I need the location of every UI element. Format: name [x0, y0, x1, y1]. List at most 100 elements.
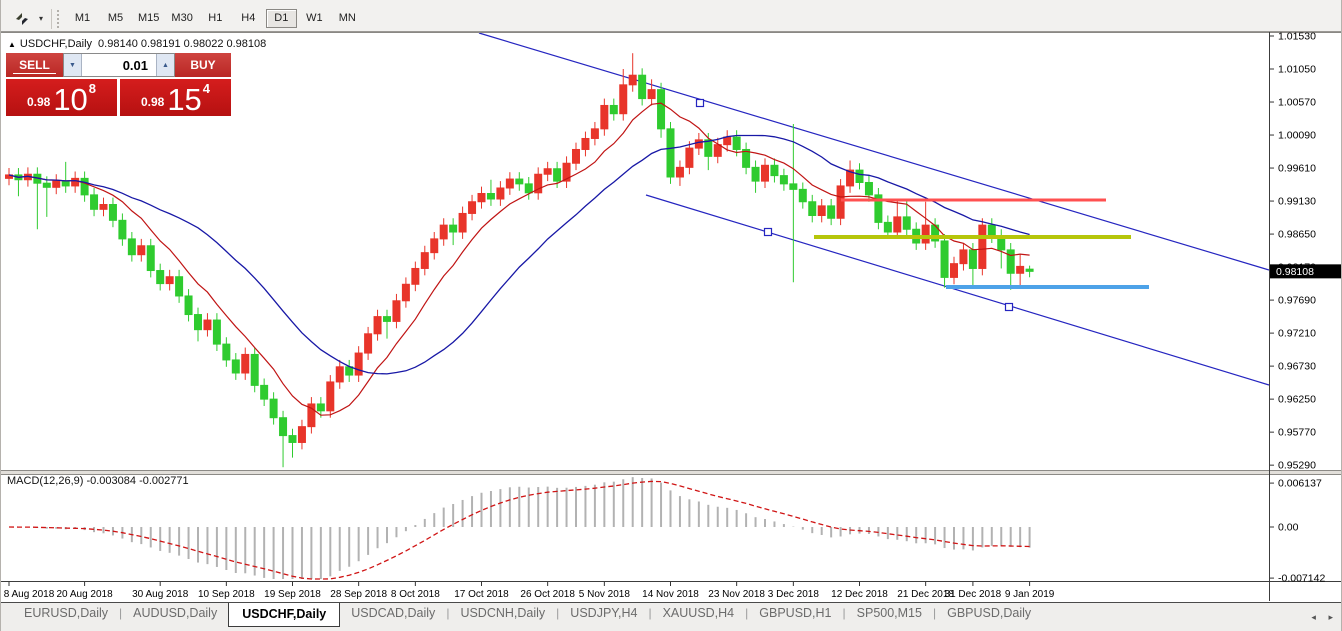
time-tick-label: 26 Oct 2018 — [520, 589, 575, 600]
candle-body — [837, 186, 844, 218]
dropdown-caret-icon[interactable]: ▾ — [39, 14, 43, 23]
candle-body — [251, 354, 258, 385]
current-price-tag: 0.98108 — [1270, 264, 1342, 278]
candle-body — [988, 225, 995, 236]
trendline-handle[interactable] — [697, 100, 704, 107]
tab-gbpusd-daily[interactable]: GBPUSD,Daily — [936, 603, 1042, 624]
candle-body — [402, 284, 409, 301]
candle-body — [128, 239, 135, 255]
price-tick-label: 0.95770 — [1278, 427, 1316, 439]
candle-body — [525, 184, 532, 193]
candle-body — [147, 246, 154, 271]
macd-tick-label: 0.006137 — [1278, 478, 1322, 490]
candle-body — [790, 184, 797, 190]
timeframe-button-M5[interactable]: M5 — [100, 9, 131, 28]
candle-body — [185, 296, 192, 315]
candle-body — [365, 334, 372, 353]
timeframe-button-W1[interactable]: W1 — [299, 9, 330, 28]
chart-profiles-button[interactable] — [7, 9, 37, 29]
candle-body — [714, 145, 721, 157]
timeframe-buttons: M1M5M15M30H1H4D1W1MN — [66, 9, 364, 28]
candle-body — [620, 85, 627, 114]
price-tick-label: 1.01050 — [1278, 64, 1316, 76]
sell-button[interactable]: SELL — [6, 53, 63, 77]
candle-body — [497, 188, 504, 199]
price-tick-label: 1.00570 — [1278, 97, 1316, 109]
timeframe-button-MN[interactable]: MN — [332, 9, 363, 28]
trendline-handle[interactable] — [765, 229, 772, 236]
toolbar-grip[interactable] — [57, 10, 62, 28]
lot-size-input[interactable] — [82, 54, 156, 76]
timeframe-button-H4[interactable]: H4 — [233, 9, 264, 28]
tab-audusd-daily[interactable]: AUDUSD,Daily — [122, 603, 228, 624]
chart-expand-icon[interactable]: ▲ — [8, 40, 16, 49]
sell-price-point: 8 — [89, 81, 96, 96]
tab-usdcad-daily[interactable]: USDCAD,Daily — [340, 603, 446, 624]
macd-tick-label: -0.007142 — [1278, 573, 1325, 585]
chart-title: ▲ USDCHF,Daily 0.98140 0.98191 0.98022 0.9… — [8, 38, 266, 50]
candle-body — [1026, 269, 1033, 271]
candle-body — [894, 217, 901, 232]
time-tick-label: 8 Aug 2018 — [4, 589, 55, 600]
timeframe-toolbar: ▾ M1M5M15M30H1H4D1W1MN — [1, 6, 1342, 32]
candle-body — [242, 354, 249, 373]
buy-button[interactable]: BUY — [175, 53, 231, 77]
candle-body — [676, 167, 683, 177]
trendline-handle[interactable] — [1006, 304, 1013, 311]
candle-body — [336, 367, 343, 382]
tab-usdchf-daily[interactable]: USDCHF,Daily — [228, 603, 340, 627]
candle-body — [166, 277, 173, 284]
macd-indicator-label: MACD(12,26,9) -0.003084 -0.002771 — [7, 475, 189, 487]
sell-price-prefix: 0.98 — [27, 95, 50, 109]
candle-body — [780, 176, 787, 184]
timeframe-button-M1[interactable]: M1 — [67, 9, 98, 28]
chart-tabs: EURUSD,Daily|AUDUSD,DailyUSDCHF,DailyUSD… — [13, 603, 1042, 627]
price-tick-label: 0.95290 — [1278, 460, 1316, 472]
candle-body — [487, 193, 494, 199]
timeframe-button-D1[interactable]: D1 — [266, 9, 297, 28]
time-tick-label: 12 Dec 2018 — [831, 589, 888, 600]
tab-scroll-left-icon[interactable]: ◂ — [1311, 612, 1316, 622]
chart-canvas[interactable]: 1.015301.010501.005701.000900.996100.991… — [1, 32, 1342, 601]
candle-body — [270, 399, 277, 418]
time-tick-label: 9 Jan 2019 — [1005, 589, 1055, 600]
chart-symbol-label: USDCHF,Daily — [20, 38, 92, 50]
timeframe-button-M15[interactable]: M15 — [133, 9, 164, 28]
lot-increase-button[interactable]: ▲ — [156, 54, 174, 76]
timeframe-button-M30[interactable]: M30 — [166, 9, 197, 28]
candle-body — [176, 277, 183, 296]
price-tick-label: 0.99610 — [1278, 163, 1316, 175]
chart-ohlc-values: 0.98140 0.98191 0.98022 0.98108 — [98, 38, 266, 50]
candle-body — [478, 193, 485, 201]
candle-body — [327, 382, 334, 411]
tab-sp500-m15[interactable]: SP500,M15 — [846, 603, 933, 624]
candle-body — [969, 250, 976, 269]
candle-body — [119, 220, 126, 239]
tab-usdjpy-h4[interactable]: USDJPY,H4 — [559, 603, 648, 624]
candle-body — [100, 205, 107, 210]
lot-size-control: ▼ ▲ — [63, 53, 175, 77]
sell-price-panel[interactable]: 0.98 10 8 — [6, 79, 117, 116]
candle-body — [799, 189, 806, 201]
tab-usdcnh-daily[interactable]: USDCNH,Daily — [449, 603, 556, 624]
tab-eurusd-daily[interactable]: EURUSD,Daily — [13, 603, 119, 624]
candle-body — [724, 137, 731, 145]
candle-body — [639, 75, 646, 98]
buy-price-prefix: 0.98 — [141, 95, 164, 109]
candle-body — [903, 217, 910, 229]
candle-body — [232, 360, 239, 373]
candle-body — [195, 315, 202, 330]
candle-body — [554, 169, 561, 181]
candle-body — [1007, 250, 1014, 273]
buy-price-panel[interactable]: 0.98 15 4 — [120, 79, 231, 116]
time-tick-label: 31 Dec 2018 — [945, 589, 1002, 600]
tab-xauusd-h4[interactable]: XAUUSD,H4 — [652, 603, 746, 624]
lot-decrease-button[interactable]: ▼ — [64, 54, 82, 76]
tab-gbpusd-h1[interactable]: GBPUSD,H1 — [748, 603, 842, 624]
tab-scroll-right-icon[interactable]: ▸ — [1328, 612, 1333, 622]
candle-body — [667, 129, 674, 177]
timeframe-button-H1[interactable]: H1 — [200, 9, 231, 28]
price-tick-label: 1.01530 — [1278, 32, 1316, 43]
candle-body — [440, 225, 447, 239]
candle-body — [544, 169, 551, 175]
